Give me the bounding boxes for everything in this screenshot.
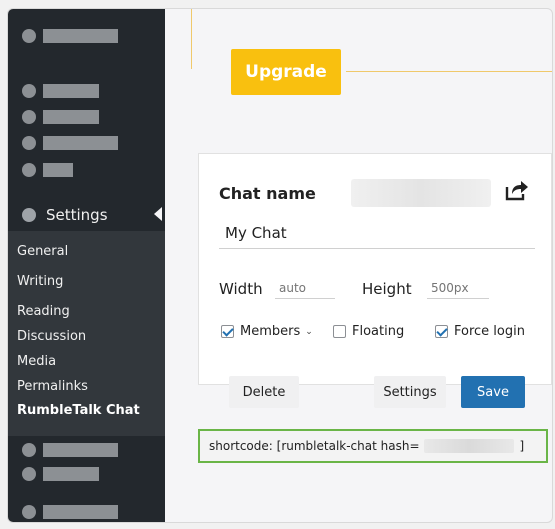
- settings-icon: [22, 208, 36, 222]
- redacted-chat-code: [351, 179, 491, 207]
- active-menu-arrow: [154, 207, 162, 221]
- menu-item-redacted[interactable]: [22, 467, 99, 481]
- height-input[interactable]: [427, 278, 489, 299]
- redacted-label: [43, 84, 99, 98]
- sidebar-item-label: Settings: [46, 206, 108, 224]
- floating-label: Floating: [352, 324, 405, 339]
- chat-name-input[interactable]: [219, 218, 535, 249]
- redacted-label: [43, 110, 99, 124]
- force-login-label: Force login: [454, 324, 525, 339]
- submenu-item-rumbletalk-chat[interactable]: RumbleTalk Chat: [17, 403, 140, 418]
- shortcode-prefix: shortcode: [rumbletalk-chat hash=: [209, 439, 420, 453]
- shortcode-suffix: ]: [519, 439, 525, 453]
- settings-button[interactable]: Settings: [374, 376, 446, 408]
- submenu-item-media[interactable]: Media: [17, 354, 56, 369]
- redacted-hash: [423, 439, 514, 453]
- members-option[interactable]: Members ⌄: [221, 324, 313, 339]
- submenu-item-writing[interactable]: Writing: [17, 274, 63, 289]
- shortcode-box[interactable]: shortcode: [rumbletalk-chat hash= ]: [198, 429, 548, 463]
- settings-submenu: General Writing Reading Discussion Media…: [8, 231, 165, 436]
- menu-item-redacted[interactable]: [22, 110, 99, 124]
- save-button[interactable]: Save: [461, 376, 525, 408]
- decorative-line: [191, 9, 192, 69]
- menu-item-redacted[interactable]: [22, 505, 118, 519]
- menu-item-redacted[interactable]: [22, 29, 118, 43]
- redacted-label: [43, 29, 118, 43]
- height-label: Height: [362, 280, 412, 298]
- submenu-item-permalinks[interactable]: Permalinks: [17, 379, 88, 394]
- menu-icon: [22, 467, 36, 481]
- width-label: Width: [219, 280, 263, 298]
- force-login-checkbox[interactable]: [435, 325, 448, 338]
- admin-sidebar: Settings General Writing Reading Discuss…: [8, 9, 165, 522]
- submenu-item-discussion[interactable]: Discussion: [17, 329, 86, 344]
- menu-icon: [22, 29, 36, 43]
- chat-settings-card: Chat name Width Height Members ⌄ Floatin…: [198, 153, 552, 408]
- redacted-label: [43, 505, 118, 519]
- chat-name-label: Chat name: [219, 184, 316, 203]
- submenu-item-general[interactable]: General: [17, 244, 68, 259]
- menu-icon: [22, 163, 36, 177]
- app-frame: Settings General Writing Reading Discuss…: [7, 8, 553, 523]
- decorative-line: [346, 71, 552, 72]
- menu-icon: [22, 505, 36, 519]
- menu-item-redacted[interactable]: [22, 136, 118, 150]
- members-checkbox[interactable]: [221, 325, 234, 338]
- submenu-item-reading[interactable]: Reading: [17, 304, 70, 319]
- redacted-label: [43, 136, 118, 150]
- menu-icon: [22, 136, 36, 150]
- chevron-down-icon[interactable]: ⌄: [305, 327, 313, 337]
- share-icon[interactable]: [504, 178, 530, 206]
- menu-item-redacted[interactable]: [22, 443, 118, 457]
- delete-button[interactable]: Delete: [229, 376, 299, 408]
- menu-icon: [22, 110, 36, 124]
- sidebar-item-settings[interactable]: Settings: [22, 206, 108, 224]
- menu-item-redacted[interactable]: [22, 84, 99, 98]
- redacted-label: [43, 163, 73, 177]
- redacted-label: [43, 467, 99, 481]
- members-label: Members: [240, 324, 301, 339]
- menu-icon: [22, 84, 36, 98]
- floating-checkbox[interactable]: [333, 325, 346, 338]
- menu-item-redacted[interactable]: [22, 163, 73, 177]
- upgrade-button[interactable]: Upgrade: [231, 49, 341, 95]
- floating-option[interactable]: Floating: [333, 324, 404, 339]
- force-login-option[interactable]: Force login: [435, 324, 525, 339]
- width-input[interactable]: [275, 278, 335, 299]
- menu-icon: [22, 443, 36, 457]
- redacted-label: [43, 443, 118, 457]
